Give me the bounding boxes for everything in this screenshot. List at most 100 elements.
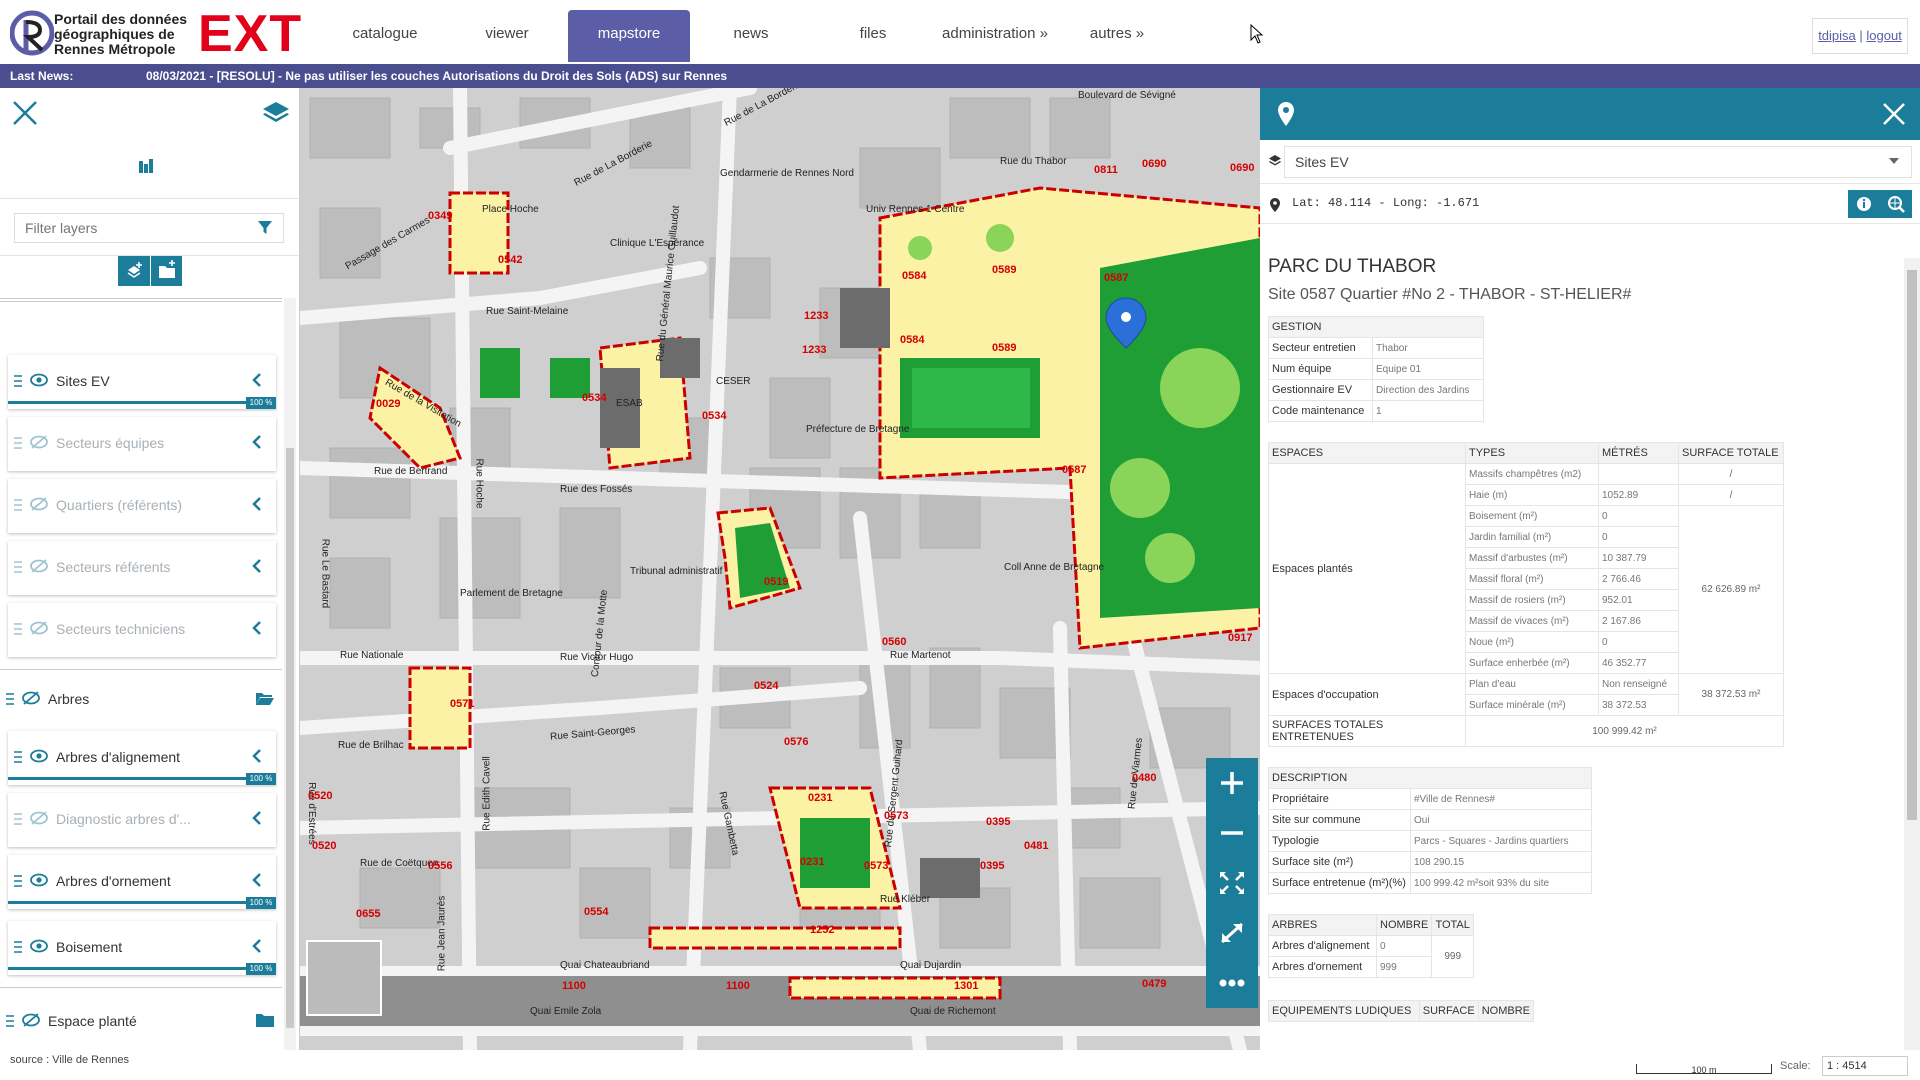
mouse-cursor-icon [1250,24,1264,44]
fullscreen-button[interactable] [1206,908,1258,958]
layer-quartiers-referents[interactable]: Quartiers (référents) [8,479,276,533]
chevron-left-icon[interactable] [250,749,264,763]
map-marker-icon [1278,102,1294,126]
site-label: 0576 [784,736,809,748]
overview-map[interactable] [306,940,382,1016]
eye-slash-icon[interactable] [30,559,48,573]
zoom-in-button[interactable] [1206,758,1258,808]
map-canvas[interactable]: Boulevard de Sévigné Rue de La Borderie … [300,88,1260,1050]
filter-icon[interactable] [258,221,272,235]
drag-handle-icon[interactable] [14,375,22,387]
eye-slash-icon[interactable] [22,691,40,705]
nav-catalogue[interactable]: catalogue [324,10,446,62]
drag-handle-icon[interactable] [14,875,22,887]
eye-icon[interactable] [30,939,48,953]
opacity-slider[interactable] [8,401,276,404]
search-globe-icon[interactable] [1880,190,1912,218]
chevron-left-icon[interactable] [250,873,264,887]
group-arbres[interactable]: Arbres [0,679,282,719]
scale-bar: 100 m [1636,1064,1772,1075]
nav-files[interactable]: files [812,10,934,62]
layer-secteurs-techniciens[interactable]: Secteurs techniciens [8,603,276,657]
add-layer-button[interactable] [118,256,150,286]
layer-arbres-alignement[interactable]: Arbres d'alignement 100 % [8,731,276,785]
chevron-left-icon[interactable] [250,559,264,573]
zoom-out-button[interactable] [1206,808,1258,858]
chevron-left-icon[interactable] [250,939,264,953]
layer-sites-ev[interactable]: Sites EV 100 % [8,355,276,409]
folder-icon[interactable] [256,1013,274,1027]
add-group-button[interactable] [150,256,182,286]
chevron-left-icon[interactable] [250,811,264,825]
close-icon[interactable] [12,100,38,126]
nav-news[interactable]: news [690,10,812,62]
rennes-logo-icon[interactable] [10,10,54,56]
user-link[interactable]: tdipisa [1818,28,1856,43]
layer-secteurs-equipes[interactable]: Secteurs équipes [8,417,276,471]
eye-slash-icon[interactable] [30,497,48,511]
layer-arbres-ornement[interactable]: Arbres d'ornement 100 % [8,855,276,909]
group-espace-plante[interactable]: Espace planté [0,1001,282,1041]
drag-handle-icon[interactable] [6,693,14,705]
scroll-thumb[interactable] [1907,270,1917,820]
table-row: Propriétaire #Ville de Rennes# [1268,788,1592,810]
caret-down-icon[interactable] [1888,156,1900,166]
opacity-slider[interactable] [8,901,276,904]
site-label: 0481 [1024,840,1049,852]
drag-handle-icon[interactable] [6,1015,14,1027]
eye-slash-icon[interactable] [22,1013,40,1027]
nav-administration[interactable]: administration » [934,10,1056,62]
layer-select[interactable]: Sites EV [1284,146,1912,178]
close-icon[interactable] [1882,102,1906,126]
layer-boisement[interactable]: Boisement 100 % [8,921,276,975]
info-icon[interactable] [1848,190,1880,218]
site-label: 0573 [864,860,889,872]
filter-layers-input[interactable] [14,213,284,243]
building-label: Coll Anne de Bretagne [1004,562,1105,573]
eye-slash-icon[interactable] [30,811,48,825]
layers-icon[interactable] [262,100,290,126]
more-tools-button[interactable] [1206,958,1258,1008]
drag-handle-icon[interactable] [14,623,22,635]
eye-slash-icon[interactable] [30,435,48,449]
cell: 46 352.77 [1598,652,1679,674]
street-label: Rue Hoche [473,458,485,509]
eye-icon[interactable] [30,749,48,763]
eye-slash-icon[interactable] [30,621,48,635]
zoom-to-extent-button[interactable] [1206,858,1258,908]
layer-diagnostic-arbres[interactable]: Diagnostic arbres d'... [8,793,276,847]
nav-viewer[interactable]: viewer [446,10,568,62]
opacity-slider[interactable] [8,967,276,970]
main-nav: catalogue viewer mapstore news files adm… [324,10,1178,62]
chevron-left-icon[interactable] [250,373,264,387]
folder-open-icon[interactable] [256,691,274,705]
chevron-left-icon[interactable] [250,621,264,635]
feature-info-scrollbar[interactable] [1904,258,1920,1050]
eye-icon[interactable] [30,873,48,887]
nav-autres[interactable]: autres » [1056,10,1178,62]
drag-handle-icon[interactable] [14,499,22,511]
drag-handle-icon[interactable] [14,437,22,449]
drag-handle-icon[interactable] [14,813,22,825]
chevron-left-icon[interactable] [250,497,264,511]
logout-link[interactable]: logout [1866,28,1901,43]
nav-mapstore[interactable]: mapstore [568,10,690,62]
drag-handle-icon[interactable] [14,561,22,573]
news-text[interactable]: 08/03/2021 - [RESOLU] - Ne pas utiliser … [146,64,727,88]
layer-secteurs-referents[interactable]: Secteurs référents [8,541,276,595]
cell [1598,463,1679,485]
attribution: source : Ville de Rennes [10,1054,130,1066]
scale-select[interactable]: 1 : 4514 [1822,1056,1908,1076]
cell: Surface entretenue (m²)(%) [1268,872,1411,894]
opacity-slider[interactable] [8,777,276,780]
ellipsis-icon [1219,979,1245,987]
drag-handle-icon[interactable] [14,751,22,763]
drag-handle-icon[interactable] [14,941,22,953]
eye-icon[interactable] [30,373,48,387]
site-label: 0479 [1142,978,1167,990]
chevron-left-icon[interactable] [250,435,264,449]
scroll-thumb[interactable] [286,448,294,1028]
toc-icon[interactable] [138,158,154,174]
site-label: 1233 [802,344,827,356]
layer-list-scrollbar[interactable] [284,298,296,1050]
